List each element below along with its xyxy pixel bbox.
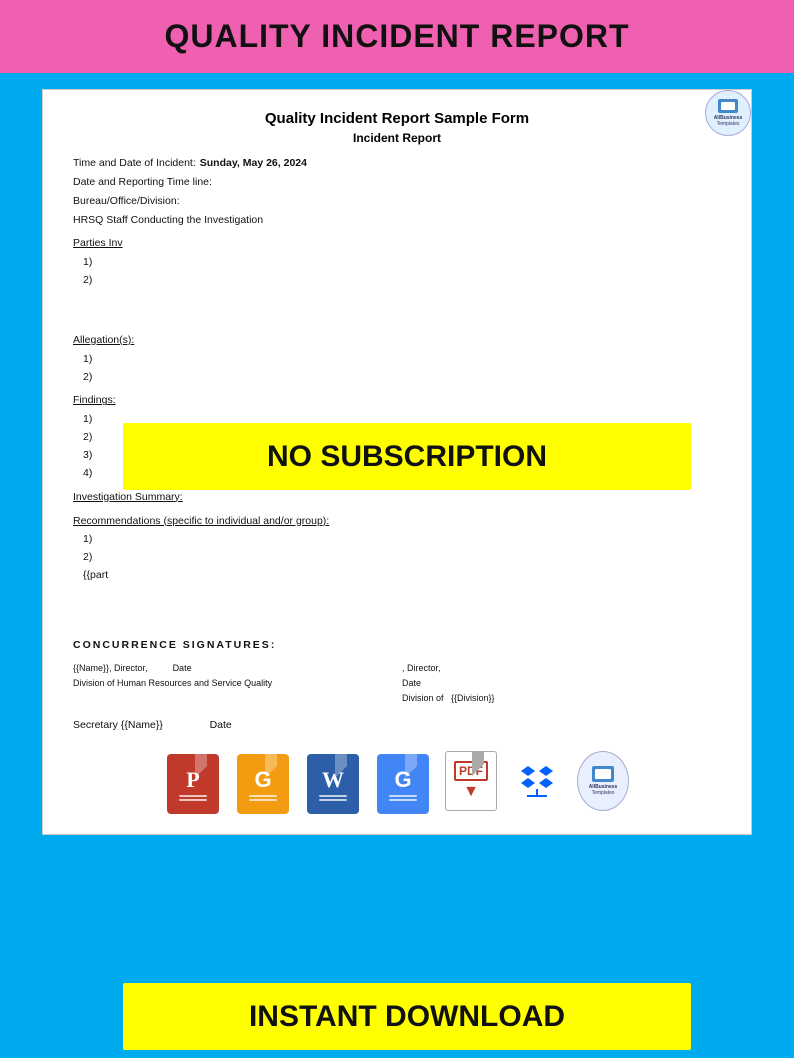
- bureau-label: Bureau/Office/Division:: [73, 193, 180, 211]
- dropbox-diamond-2: [539, 766, 553, 776]
- date-reporting-label: Date and Reporting Time line:: [73, 174, 212, 192]
- sig2-division-value: {{Division}}: [451, 693, 495, 703]
- recommendations-section-wrapper: Recommendations (specific to individual …: [73, 513, 721, 585]
- dropbox-diamond-1: [521, 766, 535, 776]
- concurrence-section: CONCURRENCE SIGNATURES: {{Name}}, Direct…: [73, 637, 721, 735]
- google-docs-icon: G: [375, 748, 431, 814]
- dropbox-icon: [511, 751, 563, 811]
- allegations-section: Allegation(s): 1) 2): [73, 332, 721, 387]
- sig3-label: Secretary: [73, 719, 118, 731]
- template-part: {{part: [83, 567, 721, 585]
- concurrence-header: CONCURRENCE SIGNATURES:: [73, 637, 721, 655]
- docs-lines: [389, 795, 417, 801]
- word-lines: [319, 795, 347, 801]
- hrsq-label: HRSQ Staff Conducting the Investigation: [73, 212, 263, 230]
- doc-body: Time and Date of Incident: Sunday, May 2…: [73, 155, 721, 734]
- allbiz-bottom-label2: Templates: [592, 790, 615, 797]
- hrsq-row: HRSQ Staff Conducting the Investigation: [73, 212, 721, 230]
- word-icon-body: W: [307, 754, 359, 814]
- allegations-title: Allegation(s):: [73, 332, 721, 350]
- recommendations-list: 1) 2): [83, 531, 721, 567]
- parties-section-wrapper: Parties Inv 1) 2) NO SUBSCRIPTION: [73, 235, 721, 290]
- parties-item-1: 1): [83, 254, 721, 272]
- dropbox-top: [521, 766, 553, 776]
- pdf-file-body: PDF ▼: [445, 751, 497, 811]
- sig1-role: , Director,: [109, 663, 148, 673]
- recommendations-item-2: 2): [83, 549, 721, 567]
- parties-list: 1) 2): [83, 254, 721, 290]
- allbiz-logo-bottom: AllBusiness Templates: [577, 751, 629, 811]
- doc-subtitle: Incident Report: [73, 131, 721, 145]
- doc-title: Quality Incident Report Sample Form: [73, 110, 721, 127]
- ppt-lines: [179, 795, 207, 801]
- document-card: AllBusiness Templates Quality Incident R…: [42, 89, 752, 835]
- slides-icon-body: G: [237, 754, 289, 814]
- docs-letter: G: [394, 767, 411, 793]
- allegations-list: 1) 2): [83, 351, 721, 387]
- file-icons-bar: P G: [73, 734, 721, 818]
- sig2-division-line: Division of {{Division}}: [402, 691, 721, 706]
- pdf-icon: PDF ▼: [445, 751, 497, 811]
- allegations-item-1: 1): [83, 351, 721, 369]
- time-date-value: Sunday, May 26, 2024: [200, 155, 307, 173]
- sig3-date: Date: [210, 719, 232, 731]
- dropbox-diamond-3: [521, 778, 535, 788]
- docs-icon-body: G: [377, 754, 429, 814]
- instant-download-banner: INSTANT DOWNLOAD: [123, 983, 691, 1050]
- sig1-name: {{Name}}: [73, 663, 109, 673]
- ppt-letter: P: [186, 767, 199, 793]
- pdf-download-arrow: ▼: [463, 783, 479, 801]
- pdf-label: PDF: [454, 761, 488, 781]
- sig2-role: , Director,: [402, 661, 721, 676]
- bureau-row: Bureau/Office/Division:: [73, 193, 721, 211]
- sig-left-1: {{Name}}, Director, Date Division of Hum…: [73, 661, 392, 707]
- recommendations-title: Recommendations (specific to individual …: [73, 513, 721, 531]
- sig-secretary-row: Secretary {{Name}} Date: [73, 717, 721, 735]
- main-area: AllBusiness Templates Quality Incident R…: [0, 73, 794, 849]
- time-date-row: Time and Date of Incident: Sunday, May 2…: [73, 155, 721, 173]
- no-subscription-banner: NO SUBSCRIPTION: [123, 423, 691, 490]
- allegations-item-2: 2): [83, 369, 721, 387]
- dropbox-diamond-4: [539, 778, 553, 788]
- recommendations-item-1: 1): [83, 531, 721, 549]
- sig-block-row1: {{Name}}, Director, Date Division of Hum…: [73, 661, 721, 707]
- dropbox-bottom: [521, 778, 553, 788]
- date-reporting-row: Date and Reporting Time line:: [73, 174, 721, 192]
- sig3-name: {{Name}}: [121, 719, 163, 731]
- google-slides-icon: G: [235, 748, 291, 814]
- findings-title: Findings:: [73, 392, 721, 410]
- sig2-role-text: , Director,: [402, 663, 441, 673]
- parties-title: Parties Inv: [73, 235, 721, 253]
- investigation-summary-title: Investigation Summary:: [73, 489, 721, 507]
- slides-lines: [249, 795, 277, 801]
- sig1-division: Division of Human Resources and Service …: [73, 676, 392, 691]
- powerpoint-icon: P: [165, 748, 221, 814]
- slides-letter: G: [254, 767, 271, 793]
- sig-right-1: , Director, Date Division of {{Division}…: [402, 661, 721, 707]
- dropbox-shape: [521, 766, 553, 797]
- dropbox-base: [527, 795, 547, 797]
- dropbox-wrap: [511, 751, 563, 811]
- sig2-division-label: Division of: [402, 693, 444, 703]
- sig2-date-label: Date: [402, 676, 721, 691]
- word-letter: W: [322, 767, 344, 793]
- page-title: QUALITY INCIDENT REPORT: [164, 18, 629, 54]
- time-date-label: Time and Date of Incident:: [73, 155, 196, 173]
- sig1-name-role: {{Name}}, Director, Date: [73, 661, 392, 676]
- investigation-summary-section: Investigation Summary:: [73, 489, 721, 507]
- ppt-icon-body: P: [167, 754, 219, 814]
- sig1-date-label: Date: [173, 663, 192, 673]
- monitor-icon: [718, 99, 738, 113]
- parties-item-2: 2): [83, 272, 721, 290]
- page-header: QUALITY INCIDENT REPORT: [0, 0, 794, 73]
- word-icon: W: [305, 748, 361, 814]
- doc-title-row: Quality Incident Report Sample Form: [73, 110, 721, 127]
- allbiz-monitor-bottom: [592, 766, 614, 782]
